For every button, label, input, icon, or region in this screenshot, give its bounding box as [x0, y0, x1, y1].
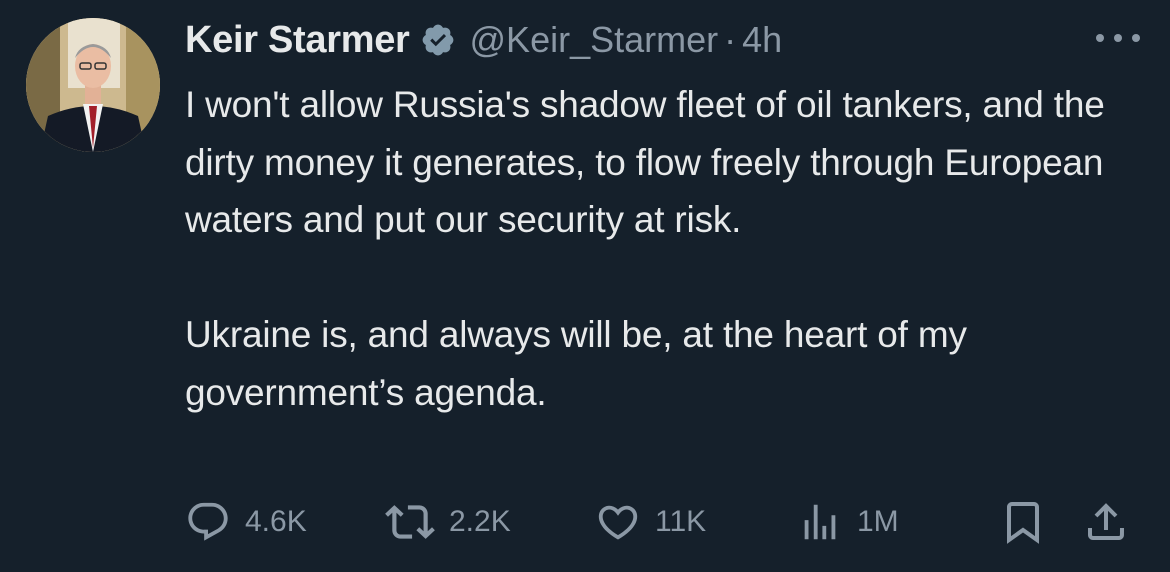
repost-button[interactable]: 2.2K	[385, 494, 511, 550]
meta-separator: ·	[724, 19, 737, 60]
repost-icon	[385, 505, 435, 539]
reply-icon	[188, 502, 228, 541]
tweet-paragraph: I won't allow Russia's shadow fleet of o…	[185, 84, 1105, 240]
author-handle[interactable]: @Keir_Starmer	[470, 19, 719, 61]
heart-icon	[598, 505, 638, 540]
avatar-photo	[26, 18, 160, 152]
tweet-paragraph: Ukraine is, and always will be, at the h…	[185, 314, 967, 413]
reply-button[interactable]: 4.6K	[185, 494, 307, 550]
views-button[interactable]: 1M	[797, 494, 899, 550]
tweet-text: I won't allow Russia's shadow fleet of o…	[185, 76, 1115, 421]
like-button[interactable]: 11K	[595, 494, 706, 550]
views-chart-icon	[804, 504, 836, 540]
tweet-timestamp[interactable]: 4h	[742, 19, 782, 61]
tweet-card: Keir Starmer @Keir_Starmer · 4h I won't …	[0, 0, 1170, 572]
tweet-header: Keir Starmer @Keir_Starmer · 4h	[185, 14, 782, 66]
like-count: 11K	[655, 505, 707, 538]
share-icon	[1088, 503, 1124, 540]
repost-count: 2.2K	[449, 505, 511, 538]
more-dots-icon[interactable]	[1096, 28, 1140, 48]
bookmark-icon	[1007, 502, 1039, 544]
author-display-name[interactable]: Keir Starmer	[185, 19, 410, 62]
author-avatar[interactable]	[26, 18, 160, 152]
views-count: 1M	[857, 505, 899, 538]
tweet-actions: 4.6K 2.2K 11K 1M	[185, 494, 1140, 550]
share-button[interactable]	[1082, 494, 1130, 550]
reply-count: 4.6K	[245, 505, 307, 538]
bookmark-button[interactable]	[999, 494, 1047, 550]
verified-badge-icon[interactable]	[420, 22, 456, 58]
